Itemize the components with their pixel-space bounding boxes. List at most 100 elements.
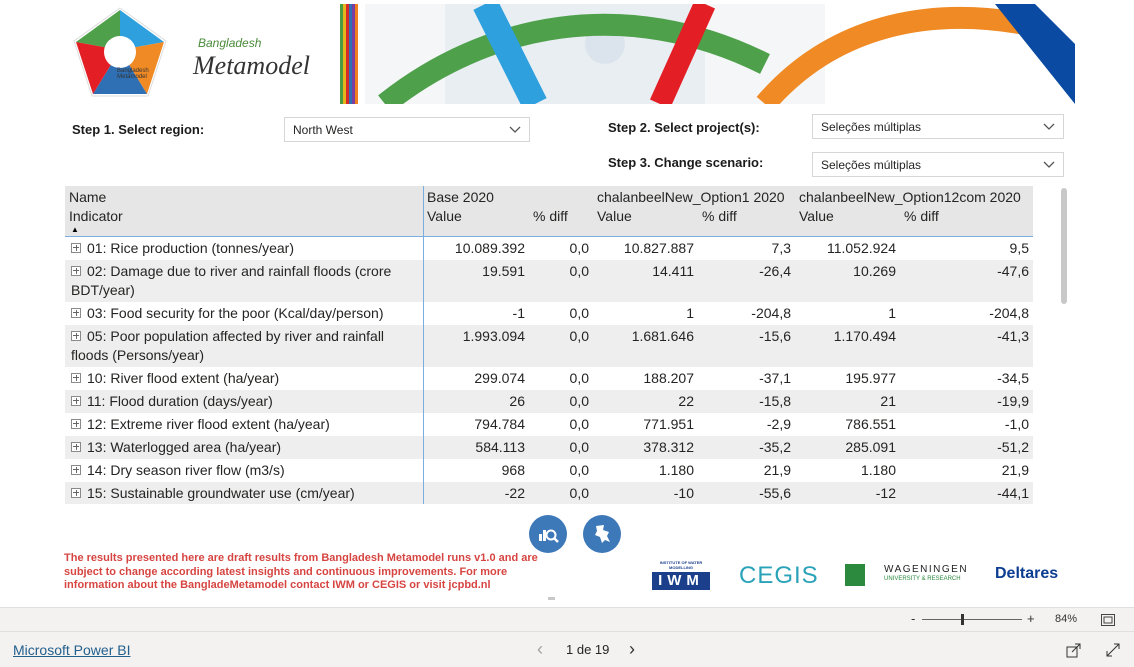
header-value[interactable]: Value xyxy=(423,207,529,237)
indicator-label: 03: Food security for the poor (Kcal/day… xyxy=(87,304,384,321)
pct-diff-cell: 0,0 xyxy=(569,415,589,432)
fit-to-page-icon[interactable] xyxy=(1101,613,1115,631)
expand-icon[interactable] xyxy=(71,242,81,253)
value-cell: 968 xyxy=(501,461,525,478)
value-cell: 584.113 xyxy=(423,435,529,459)
expand-icon[interactable] xyxy=(71,265,81,276)
table-row[interactable]: 15: Sustainable groundwater use (cm/year… xyxy=(65,481,1033,504)
value-cell: -12 xyxy=(795,481,900,504)
expand-icon[interactable] xyxy=(71,395,81,406)
value-cell: 22 xyxy=(593,389,698,413)
expand-icon[interactable] xyxy=(71,441,81,452)
expand-icon[interactable] xyxy=(71,487,81,498)
value-cell: 1.180 xyxy=(860,461,896,478)
page-indicator: 1 de 19 xyxy=(566,642,610,657)
value-cell: 188.207 xyxy=(643,369,694,386)
bangladesh-map-icon xyxy=(595,525,610,543)
value-cell: 786.551 xyxy=(845,415,896,432)
indicator-cell: 12: Extreme river flood extent (ha/year) xyxy=(65,413,423,436)
chart-search-icon xyxy=(539,529,559,543)
column-divider xyxy=(423,186,424,504)
table-row[interactable]: 12: Extreme river flood extent (ha/year)… xyxy=(65,413,1033,436)
sort-ascending-icon[interactable]: ▲ xyxy=(71,225,79,234)
table-row[interactable]: 05: Poor population affected by river an… xyxy=(65,324,1033,367)
region-dropdown[interactable]: North West xyxy=(284,117,530,142)
disclaimer-text: The results presented here are draft res… xyxy=(64,552,538,591)
header-option12com[interactable]: chalanbeelNew_Option12com 2020 xyxy=(795,186,1021,207)
cegis-logo: CEGIS xyxy=(739,562,819,589)
step2-label: Step 2. Select project(s): xyxy=(608,120,760,135)
logo-text-metamodel: Metamodel xyxy=(193,51,310,80)
pct-diff-cell: -51,2 xyxy=(900,435,1033,459)
value-cell: 1.681.646 xyxy=(593,324,698,367)
map-button[interactable] xyxy=(583,515,621,553)
resize-handle[interactable] xyxy=(548,597,555,600)
pct-diff-cell: 0,0 xyxy=(529,259,593,302)
project-dropdown[interactable]: Seleções múltiplas xyxy=(812,114,1064,139)
indicator-label: 14: Dry season river flow (m3/s) xyxy=(87,461,285,478)
table-row[interactable]: 13: Waterlogged area (ha/year) 584.113 0,0… xyxy=(65,435,1033,459)
pct-diff-cell: 0,0 xyxy=(529,324,593,367)
indicator-cell: 01: Rice production (tonnes/year) xyxy=(65,236,423,260)
zoom-slider-track[interactable] xyxy=(922,619,1022,620)
chevron-down-icon xyxy=(1035,153,1063,176)
header-option1[interactable]: chalanbeelNew_Option1 2020 xyxy=(593,186,785,207)
pct-diff-cell: -26,4 xyxy=(698,259,795,302)
indicator-cell: 13: Waterlogged area (ha/year) xyxy=(65,435,423,459)
pct-diff-cell: 21,9 xyxy=(763,461,791,478)
header-name[interactable]: Name xyxy=(65,186,423,207)
pct-diff-cell: -34,5 xyxy=(997,369,1029,386)
powerbi-link[interactable]: Microsoft Power BI xyxy=(13,642,130,658)
expand-icon[interactable] xyxy=(71,307,81,318)
expand-icon[interactable] xyxy=(71,372,81,383)
table-row[interactable]: 14: Dry season river flow (m3/s) 968 0,0 1.… xyxy=(65,459,1033,482)
header-value[interactable]: Value xyxy=(593,207,698,237)
indicator-cell: 11: Flood duration (days/year) xyxy=(65,389,423,413)
pct-diff-cell: -204,8 xyxy=(751,304,791,321)
results-table: Name Base 2020 chalanbeelNew_Option1 202… xyxy=(65,186,1033,504)
table-row[interactable]: 03: Food security for the poor (Kcal/day… xyxy=(65,302,1033,325)
table-scrollbar[interactable] xyxy=(1061,188,1067,304)
header-value[interactable]: Value xyxy=(795,207,900,237)
iwm-small-text: INSTITUTE OF WATER MODELLING xyxy=(659,560,703,570)
expand-icon[interactable] xyxy=(71,330,81,341)
wageningen-emblem xyxy=(845,564,865,586)
table-row[interactable]: 10: River flood extent (ha/year) 299.074 0… xyxy=(65,367,1033,390)
expand-icon[interactable] xyxy=(71,418,81,429)
pct-diff-cell: -15,8 xyxy=(698,389,795,413)
header-base[interactable]: Base 2020 xyxy=(423,186,529,207)
table-row[interactable]: 01: Rice production (tonnes/year) 10.089.… xyxy=(65,236,1033,260)
pct-diff-cell: 0,0 xyxy=(529,389,593,413)
scenario-dropdown-value: Seleções múltiplas xyxy=(821,157,922,172)
fullscreen-icon[interactable] xyxy=(1105,642,1121,663)
zoom-in-button[interactable]: + xyxy=(1027,611,1035,626)
indicator-cell: 05: Poor population affected by river an… xyxy=(65,324,423,367)
indicator-cell: 10: River flood extent (ha/year) xyxy=(65,367,423,390)
header-pct-diff[interactable]: % diff xyxy=(698,207,795,237)
chart-analysis-button[interactable] xyxy=(529,515,567,553)
pct-diff-cell: 0,0 xyxy=(569,461,589,478)
pct-diff-cell: 9,5 xyxy=(1009,239,1029,256)
prev-page-button[interactable]: ‹ xyxy=(537,639,543,660)
value-cell: 10.827.887 xyxy=(623,239,694,256)
next-page-button[interactable]: › xyxy=(629,639,635,660)
value-cell: 1.993.094 xyxy=(423,324,529,367)
zoom-out-button[interactable]: - xyxy=(911,611,915,626)
value-cell: -22 xyxy=(423,481,529,504)
report-banner: Bangladesh Metamodel Bangladesh Metamode… xyxy=(65,4,1075,104)
header-indicator[interactable]: Indicator xyxy=(65,207,423,237)
expand-icon[interactable] xyxy=(71,464,81,475)
table-row[interactable]: 11: Flood duration (days/year) 26 0,0 22 -15… xyxy=(65,389,1033,413)
header-pct-diff[interactable]: % diff xyxy=(529,207,593,237)
value-cell: 1 xyxy=(686,304,694,321)
chevron-down-icon xyxy=(501,118,529,141)
pct-diff-cell: -37,1 xyxy=(759,369,791,386)
header-pct-diff[interactable]: % diff xyxy=(900,207,1033,237)
zoom-slider-thumb[interactable] xyxy=(961,614,964,625)
indicator-cell: 03: Food security for the poor (Kcal/day… xyxy=(65,302,423,325)
pct-diff-cell: 21,9 xyxy=(1001,461,1029,478)
scenario-dropdown[interactable]: Seleções múltiplas xyxy=(812,152,1064,177)
table-row[interactable]: 02: Damage due to river and rainfall flo… xyxy=(65,259,1033,302)
step1-label: Step 1. Select region: xyxy=(72,122,205,137)
share-icon[interactable] xyxy=(1066,642,1082,663)
